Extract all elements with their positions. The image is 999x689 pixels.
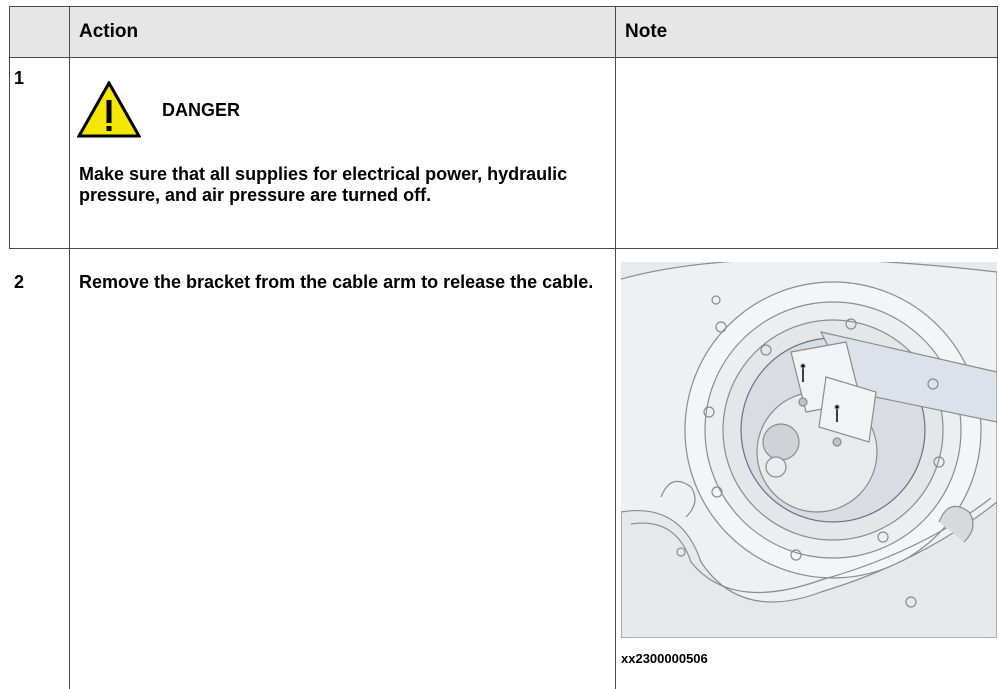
table-border bbox=[9, 6, 998, 7]
column-header-action: Action bbox=[79, 21, 139, 42]
table-border bbox=[615, 6, 616, 689]
table-border bbox=[9, 6, 10, 249]
table-border bbox=[69, 6, 70, 689]
column-header-note: Note bbox=[625, 21, 668, 42]
step-number: 2 bbox=[14, 272, 25, 292]
action-text: Make sure that all supplies for electric… bbox=[79, 164, 568, 205]
procedure-table: Action Note 1 DANGER Make sure that all … bbox=[0, 0, 999, 689]
action-text: Remove the bracket from the cable arm to… bbox=[79, 272, 594, 292]
step-number: 1 bbox=[14, 68, 25, 88]
table-border bbox=[997, 6, 998, 249]
table-header-row bbox=[10, 7, 997, 57]
figure-id: xx2300000506 bbox=[621, 651, 708, 666]
warning-triangle-icon bbox=[77, 81, 141, 138]
bracket-illustration bbox=[621, 262, 997, 638]
table-border bbox=[9, 57, 998, 58]
table-border bbox=[9, 248, 998, 249]
danger-label: DANGER bbox=[162, 100, 241, 120]
